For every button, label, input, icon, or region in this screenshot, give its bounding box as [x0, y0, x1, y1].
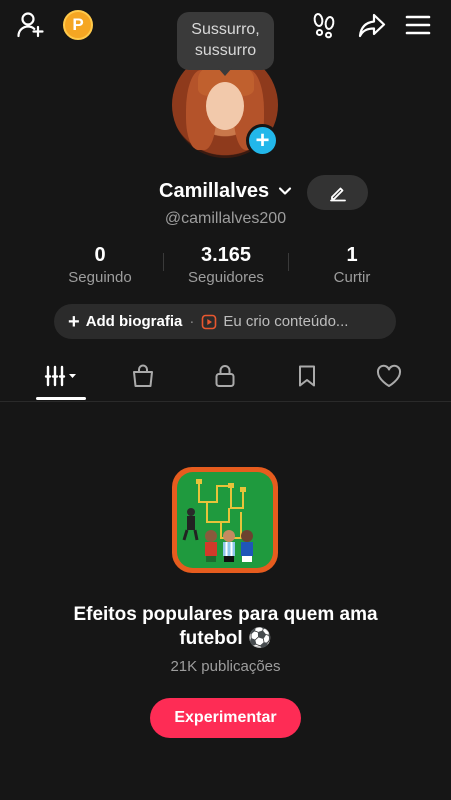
- stat-value: 3.165: [200, 244, 252, 266]
- effect-post-count: 21K publicações: [170, 658, 281, 675]
- tab-saved[interactable]: [287, 361, 327, 391]
- plus-icon: +: [255, 126, 270, 154]
- tab-shop[interactable]: [123, 361, 163, 391]
- effect-title-line: Efeitos populares para quem ama: [73, 604, 378, 625]
- stat-label: Curtir: [333, 269, 371, 286]
- active-tab-indicator: [36, 397, 86, 400]
- tab-private[interactable]: [205, 361, 245, 391]
- football-players-illustration: [182, 479, 253, 562]
- try-effect-button[interactable]: Experimentar: [150, 698, 301, 738]
- bookmark-icon: [299, 365, 315, 387]
- tooltip-line: sussurro: [194, 42, 257, 59]
- coin-letter: P: [72, 15, 84, 34]
- chevron-down-icon[interactable]: [276, 182, 294, 200]
- stat-value: 1: [346, 244, 358, 266]
- effect-thumbnail[interactable]: [172, 467, 278, 573]
- share-icon[interactable]: [355, 8, 389, 42]
- lock-icon: [215, 365, 235, 387]
- add-bio-label: Add biografia: [85, 313, 183, 330]
- stat-divider: [288, 253, 289, 271]
- edit-profile-button[interactable]: [307, 175, 368, 210]
- coin-icon[interactable]: P: [63, 10, 93, 40]
- tooltip-tail: [218, 68, 232, 76]
- profile-tabs: [0, 355, 451, 402]
- tab-liked[interactable]: [369, 361, 409, 391]
- stat-following[interactable]: 0 Seguindo: [58, 243, 142, 288]
- name-row: Camillalves: [0, 175, 451, 210]
- add-story-button[interactable]: +: [246, 124, 279, 157]
- effect-title: Efeitos populares para quem ama futebol …: [0, 603, 451, 651]
- tooltip-line: Sussurro,: [191, 21, 260, 38]
- profile-screen: P + Sussurro, sussurro Camillalves @cami…: [0, 0, 451, 800]
- add-friend-icon[interactable]: [14, 8, 48, 42]
- pencil-icon: [329, 187, 346, 201]
- menu-icon[interactable]: [401, 8, 435, 42]
- stat-divider: [163, 253, 164, 271]
- video-icon: [202, 314, 217, 329]
- stat-label: Seguidores: [188, 269, 264, 286]
- grid-filter-icon: [44, 365, 76, 387]
- tab-videos[interactable]: [41, 361, 81, 391]
- effect-title-line: futebol ⚽: [179, 628, 272, 649]
- creator-text: Eu crio conteúdo...: [223, 313, 349, 330]
- separator-dot: ·: [189, 313, 195, 330]
- stat-likes[interactable]: 1 Curtir: [320, 243, 384, 288]
- avatar-face: [206, 82, 244, 130]
- effect-image: [177, 472, 273, 568]
- stat-label: Seguindo: [68, 269, 132, 286]
- stats-row: 0 Seguindo 3.165 Seguidores 1 Curtir: [0, 243, 451, 289]
- display-name[interactable]: Camillalves: [159, 180, 269, 203]
- tooltip-bubble: Sussurro, sussurro: [177, 12, 274, 70]
- heart-icon: [376, 364, 402, 387]
- footprints-icon[interactable]: [307, 8, 341, 42]
- stat-followers[interactable]: 3.165 Seguidores: [178, 243, 274, 288]
- stat-value: 0: [94, 244, 106, 266]
- add-bio-pill[interactable]: + Add biografia · Eu crio conteúdo...: [54, 304, 396, 339]
- shopping-bag-icon: [133, 364, 153, 387]
- plus-icon: +: [68, 310, 80, 333]
- username-handle: @camillalves200: [164, 210, 287, 227]
